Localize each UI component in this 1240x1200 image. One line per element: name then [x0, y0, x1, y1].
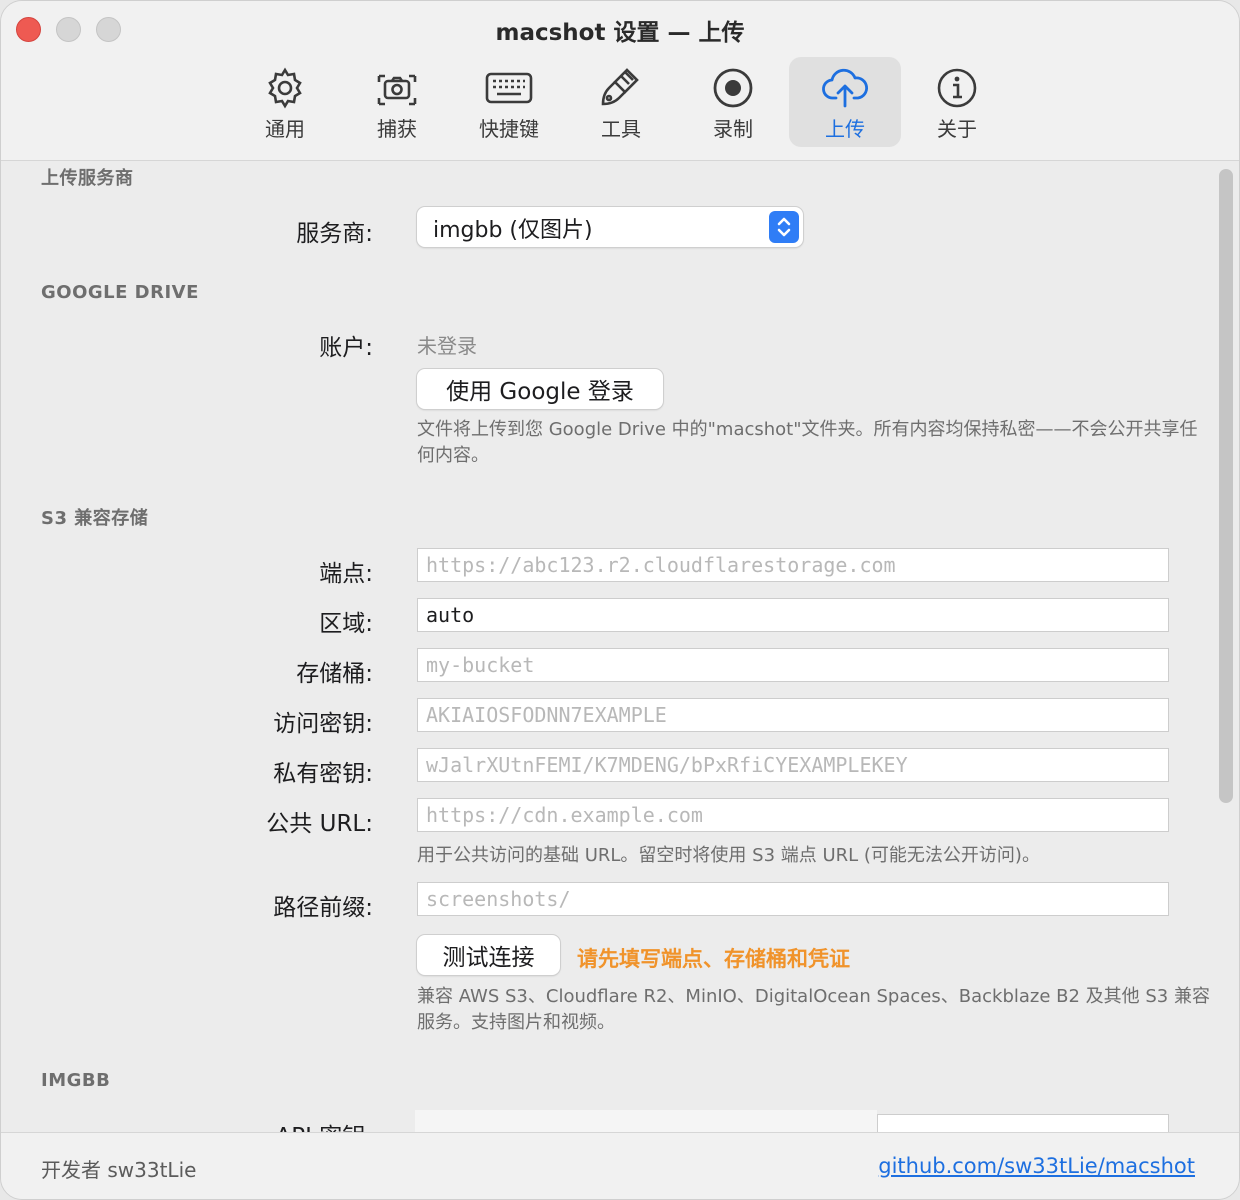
secret-key-label: 私有密钥:	[273, 761, 373, 787]
tab-label: 通用	[265, 117, 305, 141]
developer-credit: 开发者 sw33tLie	[41, 1158, 197, 1182]
footer: 开发者 sw33tLie github.com/sw33tLie/macshot	[1, 1132, 1239, 1199]
region-field[interactable]	[417, 598, 1169, 632]
s3-warning: 请先填写端点、存储桶和凭证	[577, 947, 850, 971]
endpoint-label: 端点:	[319, 561, 373, 587]
google-signin-button[interactable]: 使用 Google 登录	[417, 369, 663, 409]
public-url-label: 公共 URL:	[266, 811, 373, 837]
public-url-help: 用于公共访问的基础 URL。留空时将使用 S3 端点 URL (可能无法公开访问…	[417, 845, 1040, 866]
github-link[interactable]: github.com/sw33tLie/macshot	[878, 1154, 1195, 1178]
section-upload-provider: 上传服务商	[41, 168, 134, 189]
tab-label: 捕获	[377, 117, 417, 141]
access-key-field[interactable]	[417, 698, 1169, 732]
provider-value: imgbb (仅图片)	[433, 218, 593, 243]
api-key-label: API 密钥:	[276, 1117, 373, 1132]
settings-window: macshot 设置 — 上传 通用 捕获 快捷键 工具 录制 上传 关于 上传…	[0, 0, 1240, 1200]
section-google-drive: GOOGLE DRIVE	[41, 282, 199, 303]
tab-tools[interactable]: 工具	[565, 57, 677, 147]
tab-shortcuts[interactable]: 快捷键	[453, 57, 565, 147]
bucket-field[interactable]	[417, 648, 1169, 682]
tab-general[interactable]: 通用	[229, 57, 341, 147]
account-status: 未登录	[417, 334, 477, 358]
brush-icon	[595, 65, 647, 111]
tab-label: 工具	[601, 117, 641, 141]
endpoint-field[interactable]	[417, 548, 1169, 582]
secret-key-field[interactable]	[417, 748, 1169, 782]
prefix-label: 路径前缀:	[273, 895, 373, 921]
provider-label: 服务商:	[296, 221, 373, 247]
tab-upload[interactable]: 上传	[789, 57, 901, 147]
public-url-field[interactable]	[417, 798, 1169, 832]
camera-icon	[371, 65, 423, 111]
scrollbar-thumb[interactable]	[1219, 169, 1233, 803]
api-key-field[interactable]	[415, 1110, 877, 1132]
tab-about[interactable]: 关于	[901, 57, 1013, 147]
section-s3: S3 兼容存储	[41, 508, 149, 529]
provider-popup[interactable]: imgbb (仅图片)	[417, 207, 803, 247]
record-icon	[707, 65, 759, 111]
chevron-updown-icon	[769, 211, 799, 243]
region-label: 区域:	[319, 611, 373, 637]
tab-capture[interactable]: 捕获	[341, 57, 453, 147]
access-key-label: 访问密钥:	[273, 711, 373, 737]
bucket-label: 存储桶:	[296, 661, 373, 687]
account-label: 账户:	[319, 335, 373, 361]
window-title: macshot 设置 — 上传	[495, 20, 745, 46]
google-drive-help: 文件将上传到您 Google Drive 中的"macshot"文件夹。所有内容…	[417, 419, 1198, 466]
settings-content: 上传服务商 服务商: imgbb (仅图片) GOOGLE DRIVE 账户: …	[1, 162, 1213, 1132]
title-bar: macshot 设置 — 上传 通用 捕获 快捷键 工具 录制 上传 关于	[1, 1, 1239, 161]
tab-label: 关于	[937, 117, 977, 141]
keyboard-icon	[483, 65, 535, 111]
toolbar-tabs: 通用 捕获 快捷键 工具 录制 上传 关于	[229, 57, 1013, 147]
tab-label: 上传	[825, 117, 865, 141]
test-connection-button[interactable]: 测试连接	[417, 935, 560, 975]
info-icon	[931, 65, 983, 111]
api-key-field-edge[interactable]	[877, 1114, 1169, 1132]
tab-label: 录制	[713, 117, 753, 141]
gear-icon	[259, 65, 311, 111]
tab-label: 快捷键	[479, 117, 539, 141]
s3-help: 兼容 AWS S3、Cloudflare R2、MinIO、DigitalOce…	[417, 986, 1210, 1033]
tab-record[interactable]: 录制	[677, 57, 789, 147]
cloud-upload-icon	[819, 65, 871, 111]
prefix-field[interactable]	[417, 882, 1169, 916]
section-imgbb: IMGBB	[41, 1070, 111, 1091]
